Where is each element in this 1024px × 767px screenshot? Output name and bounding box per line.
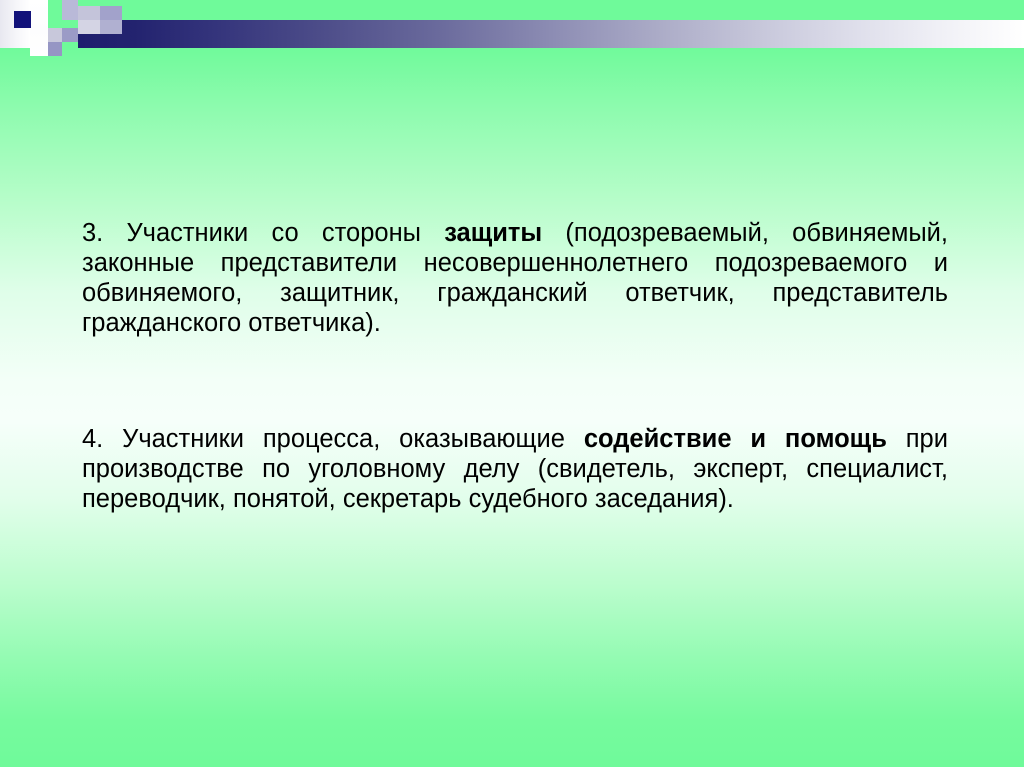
paragraph-assisting-participants: 4. Участники процесса, оказывающие содей… [82, 424, 948, 514]
presentation-slide: 3. Участники со стороны защиты (подозрев… [0, 0, 1024, 767]
header-left-white-column-secondary [30, 0, 48, 56]
header-tile-c [62, 28, 78, 42]
slide-body: 3. Участники со стороны защиты (подозрев… [82, 218, 948, 514]
slide-header-decoration [0, 0, 1024, 56]
header-gradient-bar [78, 20, 1024, 48]
header-tile-e [78, 6, 100, 20]
header-tile-b [48, 28, 62, 42]
paragraph-defence-participants: 3. Участники со стороны защиты (подозрев… [82, 218, 948, 338]
header-navy-square-icon [14, 11, 31, 28]
paragraph-4-lead: 4. Участники процесса, оказывающие [82, 425, 584, 453]
header-tile-g [78, 20, 100, 34]
paragraph-3-emphasis: защиты [444, 219, 543, 247]
header-tile-f [100, 6, 122, 20]
header-tile-d [48, 42, 62, 56]
paragraph-3-lead: 3. Участники со стороны [82, 219, 445, 247]
paragraph-4-emphasis: содействие и помощь [583, 425, 887, 453]
header-tile-h [100, 20, 122, 34]
header-tile-a [62, 0, 78, 20]
